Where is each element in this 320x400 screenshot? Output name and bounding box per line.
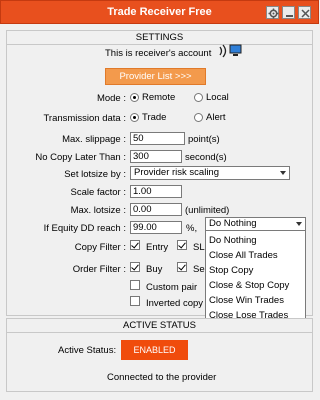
order-filter-sell-checkbox[interactable] (177, 262, 187, 272)
dropdown-option-close-and-stop-copy[interactable]: Close & Stop Copy (206, 278, 305, 293)
transmission-label: Transmission data : (43, 113, 126, 124)
active-status-label: Active Status: (58, 345, 117, 356)
copy-filter-sl-label: SL (193, 242, 205, 253)
scale-factor-input[interactable]: 1.00 (130, 185, 182, 198)
dropdown-option-close-win-trades[interactable]: Close Win Trades (206, 293, 305, 308)
equity-dd-unit: %, (186, 223, 198, 234)
equity-dd-action-dropdown: Do Nothing Close All Trades Stop Copy Cl… (205, 230, 306, 325)
max-slippage-input[interactable]: 50 (130, 132, 185, 145)
scale-factor-label: Scale factor : (70, 187, 126, 198)
provider-list-button[interactable]: Provider List >>> (105, 68, 206, 85)
no-copy-later-label: No Copy Later Than : (35, 152, 126, 163)
lotsize-label: Set lotsize by : (64, 169, 126, 180)
close-button[interactable] (298, 6, 311, 19)
gear-icon (268, 8, 279, 19)
transmission-trade-radio[interactable] (130, 113, 139, 122)
mode-local-radio[interactable] (194, 93, 203, 102)
no-copy-later-input[interactable]: 300 (130, 150, 182, 163)
minimize-icon (286, 15, 293, 17)
max-slippage-unit: point(s) (188, 134, 220, 145)
signal-icon (219, 44, 227, 58)
inverted-copy-checkbox[interactable] (130, 296, 140, 306)
status-header: ACTIVE STATUS (7, 319, 312, 333)
equity-dd-action-select[interactable]: Do Nothing (205, 217, 306, 231)
max-slippage-label: Max. slippage : (62, 134, 126, 145)
title-bar: Trade Receiver Free (0, 0, 319, 24)
copy-filter-sl-checkbox[interactable] (177, 240, 187, 250)
transmission-alert-radio[interactable] (194, 113, 203, 122)
mode-remote-radio[interactable] (130, 93, 139, 102)
lotsize-value: Provider risk scaling (134, 167, 219, 178)
mode-label: Mode : (96, 93, 126, 104)
max-lotsize-unit: (unlimited) (185, 205, 230, 216)
no-copy-later-unit: second(s) (185, 152, 227, 163)
mode-local-label: Local (206, 92, 229, 103)
copy-filter-entry-label: Entry (146, 242, 169, 253)
enabled-button[interactable]: ENABLED (121, 340, 188, 360)
equity-dd-action-value: Do Nothing (209, 218, 257, 229)
chevron-down-icon (280, 171, 286, 175)
minimize-button[interactable] (282, 6, 295, 19)
max-lotsize-label: Max. lotsize : (70, 205, 126, 216)
settings-button[interactable] (266, 6, 279, 19)
order-filter-label: Order Filter : (72, 264, 126, 275)
transmission-alert-label: Alert (206, 112, 226, 123)
lotsize-select[interactable]: Provider risk scaling (130, 166, 290, 180)
equity-dd-label: If Equity DD reach : (43, 223, 126, 234)
settings-header: SETTINGS (7, 31, 312, 45)
monitor-icon (229, 44, 242, 56)
order-filter-buy-checkbox[interactable] (130, 262, 140, 272)
copy-filter-label: Copy Filter : (74, 242, 126, 253)
close-icon (301, 9, 310, 18)
max-lotsize-input[interactable]: 0.00 (130, 203, 182, 216)
custom-pair-label: Custom pair (146, 282, 198, 293)
mode-remote-label: Remote (142, 92, 176, 103)
receiver-account-text: This is receiver's account (105, 48, 212, 59)
chevron-down-icon (296, 222, 302, 226)
equity-dd-input[interactable]: 99.00 (130, 221, 182, 234)
inverted-copy-label: Inverted copy (146, 298, 204, 309)
dropdown-option-close-all-trades[interactable]: Close All Trades (206, 248, 305, 263)
custom-pair-checkbox[interactable] (130, 280, 140, 290)
copy-filter-entry-checkbox[interactable] (130, 240, 140, 250)
order-filter-buy-label: Buy (146, 264, 163, 275)
connection-status-text: Connected to the provider (107, 372, 217, 383)
dropdown-option-do-nothing[interactable]: Do Nothing (206, 233, 305, 248)
dropdown-option-stop-copy[interactable]: Stop Copy (206, 263, 305, 278)
transmission-trade-label: Trade (142, 112, 167, 123)
